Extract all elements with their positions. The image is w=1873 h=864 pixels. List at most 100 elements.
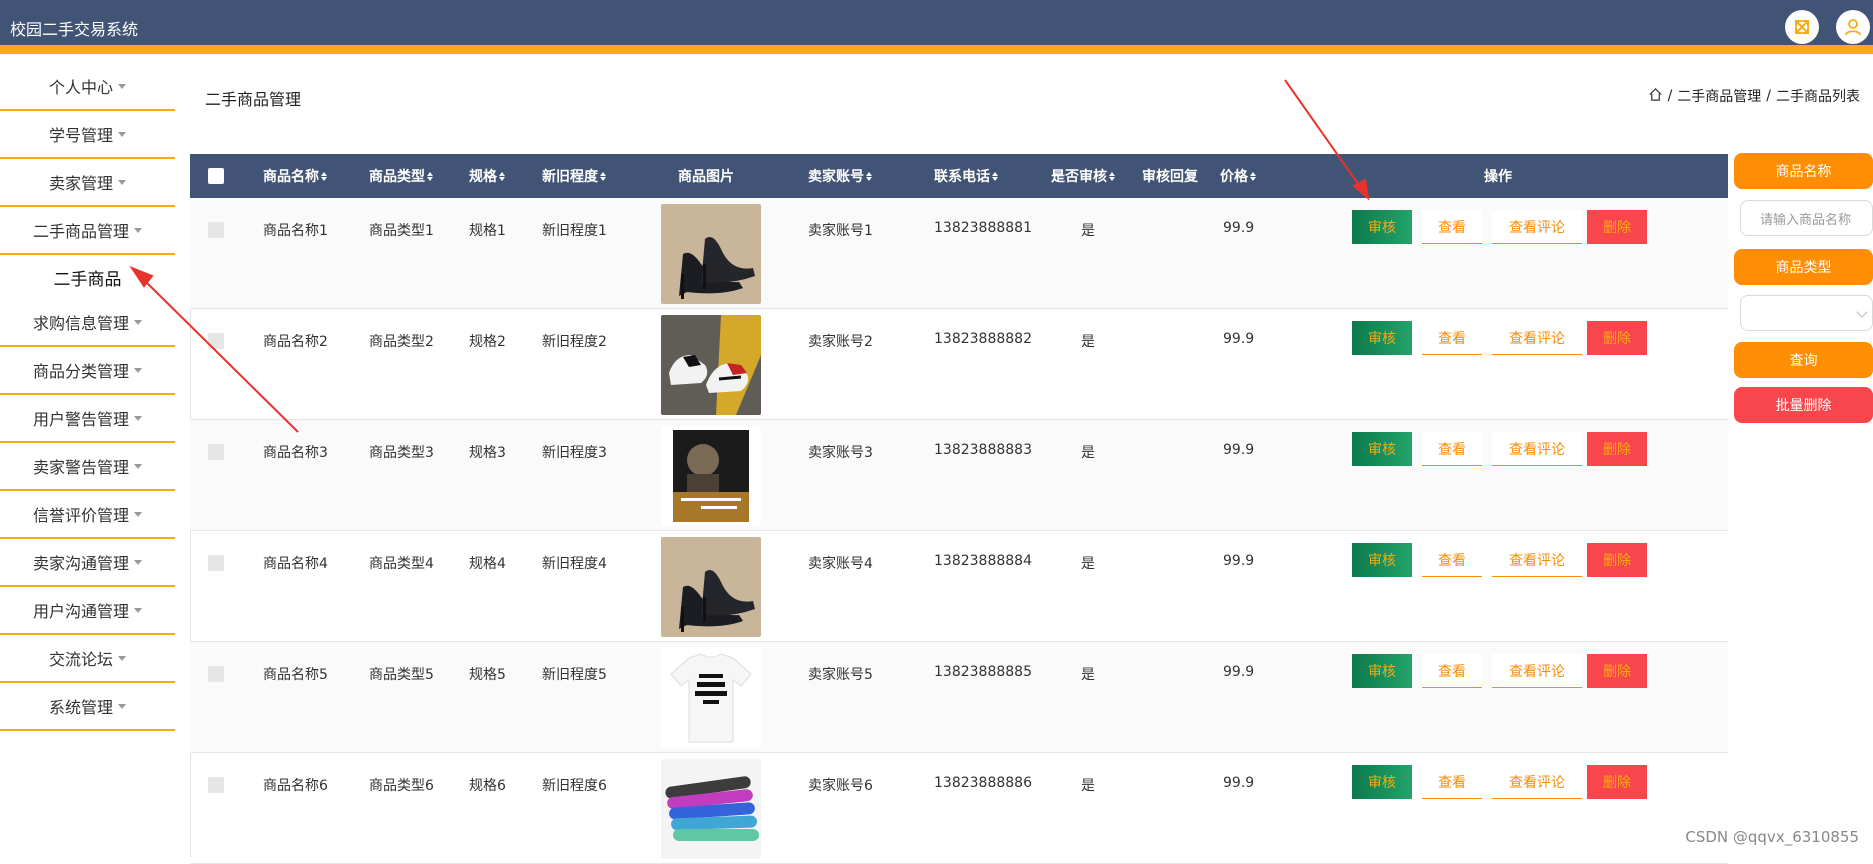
product-image[interactable] (661, 537, 761, 637)
column-header-condition[interactable]: 新旧程度 (542, 154, 607, 198)
column-header-reply: 审核回复 (1142, 154, 1198, 198)
row-checkbox[interactable] (208, 444, 224, 460)
sidebar-item[interactable]: 卖家沟通管理 (0, 539, 175, 587)
view-button[interactable]: 查看 (1422, 654, 1482, 688)
fullscreen-icon[interactable] (1785, 10, 1819, 44)
row-checkbox[interactable] (208, 333, 224, 349)
delete-button[interactable]: 删除 (1587, 432, 1647, 466)
search-button[interactable]: 查询 (1734, 342, 1873, 378)
column-header-label: 商品名称 (263, 169, 319, 185)
cell-seller: 卖家账号5 (808, 667, 873, 683)
cell-audited: 是 (1081, 667, 1095, 683)
column-header-actions: 操作 (1484, 154, 1512, 198)
product-image[interactable] (661, 759, 761, 859)
view-comments-button[interactable]: 查看评论 (1492, 543, 1582, 577)
cell-phone: 13823888881 (934, 220, 1032, 236)
audit-button[interactable]: 审核 (1352, 654, 1412, 688)
row-checkbox[interactable] (208, 222, 224, 238)
view-button[interactable]: 查看 (1422, 765, 1482, 799)
view-button[interactable]: 查看 (1422, 321, 1482, 355)
sort-icon[interactable] (499, 171, 506, 181)
view-comments-button[interactable]: 查看评论 (1492, 432, 1582, 466)
sort-icon[interactable] (1250, 171, 1257, 181)
row-checkbox[interactable] (208, 555, 224, 571)
cell-phone: 13823888886 (934, 775, 1032, 791)
view-button[interactable]: 查看 (1422, 210, 1482, 244)
column-header-price[interactable]: 价格 (1220, 154, 1257, 198)
sidebar-item[interactable]: 用户警告管理 (0, 395, 175, 443)
sidebar-item[interactable]: 二手商品管理 (0, 207, 175, 255)
view-comments-button[interactable]: 查看评论 (1492, 654, 1582, 688)
view-comments-button[interactable]: 查看评论 (1492, 765, 1582, 799)
breadcrumb-item-current: 二手商品列表 (1776, 89, 1860, 105)
sidebar-item[interactable]: 商品分类管理 (0, 347, 175, 395)
select-all-checkbox[interactable] (208, 154, 224, 198)
sort-icon[interactable] (1109, 171, 1116, 181)
caret-down-icon (134, 368, 142, 373)
sidebar-item[interactable]: 卖家警告管理 (0, 443, 175, 491)
page-title: 二手商品管理 (205, 90, 302, 109)
sidebar-item[interactable]: 交流论坛 (0, 635, 175, 683)
view-comments-button[interactable]: 查看评论 (1492, 210, 1582, 244)
delete-button[interactable]: 删除 (1587, 765, 1647, 799)
product-image[interactable] (661, 315, 761, 415)
sort-icon[interactable] (321, 171, 328, 181)
sidebar-nav: 个人中心学号管理 卖家管理 二手商品管理 二手商品 求购信息管理 商品分类管理用户警告管理… (0, 63, 175, 731)
sort-icon[interactable] (866, 171, 873, 181)
product-image[interactable] (661, 648, 761, 748)
sort-icon[interactable] (427, 171, 434, 181)
home-icon[interactable] (1648, 87, 1663, 106)
product-image[interactable] (661, 426, 761, 526)
delete-button[interactable]: 删除 (1587, 654, 1647, 688)
sort-icon[interactable] (600, 171, 607, 181)
sidebar-item[interactable]: 求购信息管理 (0, 299, 175, 347)
view-comments-button[interactable]: 查看评论 (1492, 321, 1582, 355)
view-button[interactable]: 查看 (1422, 432, 1482, 466)
table-row: 商品名称5 商品类型5 规格5 新旧程度5 卖家账号5 13823888885 是 99.9 审… (190, 642, 1728, 753)
sidebar-item-label: 个人中心 (48, 78, 113, 97)
table-body: 商品名称1 商品类型1 规格1 新旧程度1 卖家账号1 13823888881 是 99.9 审… (190, 198, 1728, 864)
column-header-seller[interactable]: 卖家账号 (808, 154, 873, 198)
column-header-phone[interactable]: 联系电话 (934, 154, 999, 198)
filter-type-label: 商品类型 (1734, 249, 1873, 285)
sort-icon[interactable] (992, 171, 999, 181)
row-checkbox[interactable] (208, 777, 224, 793)
row-checkbox[interactable] (208, 666, 224, 682)
audit-button[interactable]: 审核 (1352, 765, 1412, 799)
batch-delete-button[interactable]: 批量删除 (1734, 387, 1873, 423)
column-header-spec[interactable]: 规格 (469, 154, 506, 198)
sidebar-item[interactable]: 个人中心 (0, 63, 175, 111)
product-image[interactable] (661, 204, 761, 304)
sidebar-item[interactable]: 信誉评价管理 (0, 491, 175, 539)
audit-button[interactable]: 审核 (1352, 432, 1412, 466)
cell-name: 商品名称5 (263, 667, 328, 683)
view-button[interactable]: 查看 (1422, 543, 1482, 577)
delete-button[interactable]: 删除 (1587, 321, 1647, 355)
sidebar-item[interactable]: 卖家管理 (0, 159, 175, 207)
checkbox[interactable] (208, 168, 224, 184)
sidebar-item[interactable]: 系统管理 (0, 683, 175, 731)
audit-button[interactable]: 审核 (1352, 321, 1412, 355)
product-name-input[interactable]: 请输入商品名称 (1740, 200, 1873, 236)
column-header-label: 商品图片 (678, 169, 734, 185)
user-icon[interactable] (1836, 10, 1870, 44)
column-header-name[interactable]: 商品名称 (263, 154, 328, 198)
cell-condition: 新旧程度5 (542, 667, 607, 683)
cell-type: 商品类型5 (369, 667, 434, 683)
audit-button[interactable]: 审核 (1352, 543, 1412, 577)
delete-button[interactable]: 删除 (1587, 543, 1647, 577)
cell-seller: 卖家账号6 (808, 778, 873, 794)
sidebar-item[interactable]: 学号管理 (0, 111, 175, 159)
app-title: 校园二手交易系统 (10, 20, 139, 39)
column-header-type[interactable]: 商品类型 (369, 154, 434, 198)
cell-price: 99.9 (1223, 775, 1255, 791)
sidebar-item-label: 用户警告管理 (32, 410, 129, 429)
column-header-audited[interactable]: 是否审核 (1051, 154, 1116, 198)
cell-audited: 是 (1081, 445, 1095, 461)
product-type-select[interactable] (1740, 295, 1873, 331)
audit-button[interactable]: 审核 (1352, 210, 1412, 244)
delete-button[interactable]: 删除 (1587, 210, 1647, 244)
breadcrumb-item-parent[interactable]: 二手商品管理 (1677, 86, 1761, 106)
sidebar-subitem[interactable]: 二手商品 (0, 255, 175, 299)
sidebar-item[interactable]: 用户沟通管理 (0, 587, 175, 635)
